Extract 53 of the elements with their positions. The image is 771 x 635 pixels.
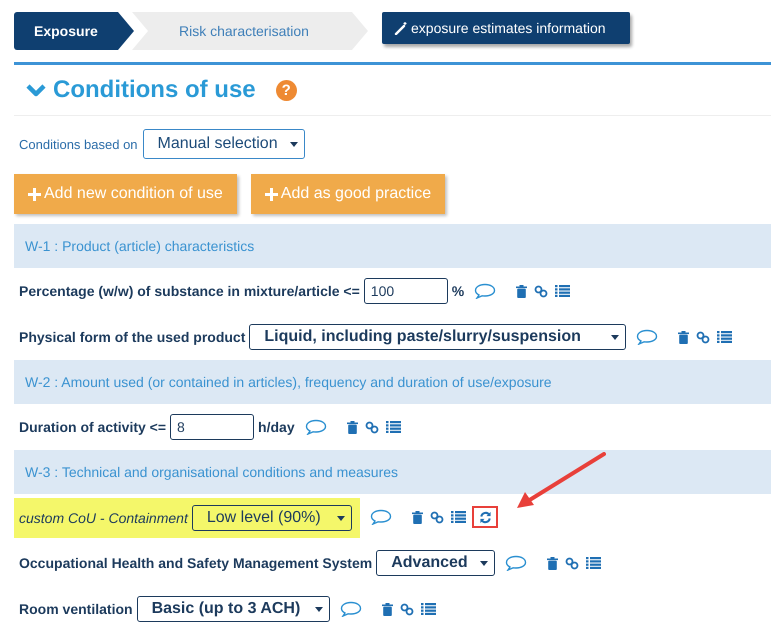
condition-label: Duration of activity <= (19, 419, 166, 435)
conditions-based-label: Conditions based on (19, 136, 138, 152)
value-dropdown[interactable]: Liquid, including paste/slurry/suspension (249, 324, 626, 350)
wand-icon (394, 21, 408, 35)
trash-icon[interactable] (382, 602, 394, 616)
link-icon[interactable] (364, 420, 379, 434)
value-dropdown[interactable]: Low level (90%) (192, 505, 352, 531)
condition-label: Room ventilation (19, 601, 133, 617)
condition-label: custom CoU - Containment (19, 510, 188, 526)
value-field[interactable]: 100 (364, 278, 448, 304)
plus-icon (264, 188, 278, 200)
refresh-icon (478, 510, 492, 524)
info-button[interactable]: exposure estimates information (382, 12, 630, 44)
condition-label: Physical form of the used product (19, 329, 246, 345)
step-tab[interactable]: Exposure (14, 12, 134, 50)
value-field[interactable]: 8 (170, 414, 254, 440)
link-icon[interactable] (400, 602, 414, 616)
comment-icon[interactable] (474, 283, 496, 299)
group-header: W-2 : Amount used (or contained in articles), frequency and duration of use/exposure (14, 360, 771, 404)
condition-label: Occupational Health and Safety Management System (19, 555, 372, 571)
comment-icon[interactable] (636, 329, 658, 345)
comment-icon[interactable] (504, 555, 527, 571)
list-icon[interactable] (421, 603, 436, 615)
trash-icon[interactable] (412, 510, 424, 524)
comment-icon[interactable] (304, 419, 327, 435)
list-icon[interactable] (586, 557, 601, 569)
step-tab[interactable]: Risk characterisation (132, 12, 368, 50)
group-header: W-3 : Technical and organisational conditions and measures (14, 450, 771, 494)
trash-icon[interactable] (346, 420, 358, 434)
trash-icon[interactable] (546, 556, 558, 570)
chevron-icon[interactable] (25, 82, 47, 98)
value-dropdown[interactable]: Advanced (376, 550, 495, 576)
trash-icon[interactable] (516, 284, 528, 298)
section-title: Conditions of use (53, 76, 256, 104)
unit-label: % (452, 283, 464, 299)
list-icon[interactable] (716, 331, 732, 343)
condition-label: Percentage (w/w) of substance in mixture/article <= (19, 283, 360, 299)
comment-icon[interactable] (370, 509, 392, 525)
plus-icon (28, 188, 41, 200)
link-icon[interactable] (696, 330, 710, 344)
refresh-button[interactable] (472, 506, 498, 528)
comment-icon[interactable] (340, 601, 362, 617)
list-icon[interactable] (555, 285, 570, 297)
list-icon[interactable] (451, 511, 466, 523)
trash-icon[interactable] (678, 330, 689, 344)
list-icon[interactable] (386, 421, 401, 433)
link-icon[interactable] (564, 556, 579, 570)
conditions-dropdown[interactable]: Manual selection (142, 129, 305, 159)
value-dropdown[interactable]: Basic (up to 3 ACH) (136, 596, 330, 622)
group-header: W-1 : Product (article) characteristics (14, 224, 771, 268)
unit-label: h/day (258, 419, 295, 435)
link-icon[interactable] (430, 510, 444, 524)
link-icon[interactable] (534, 284, 548, 298)
